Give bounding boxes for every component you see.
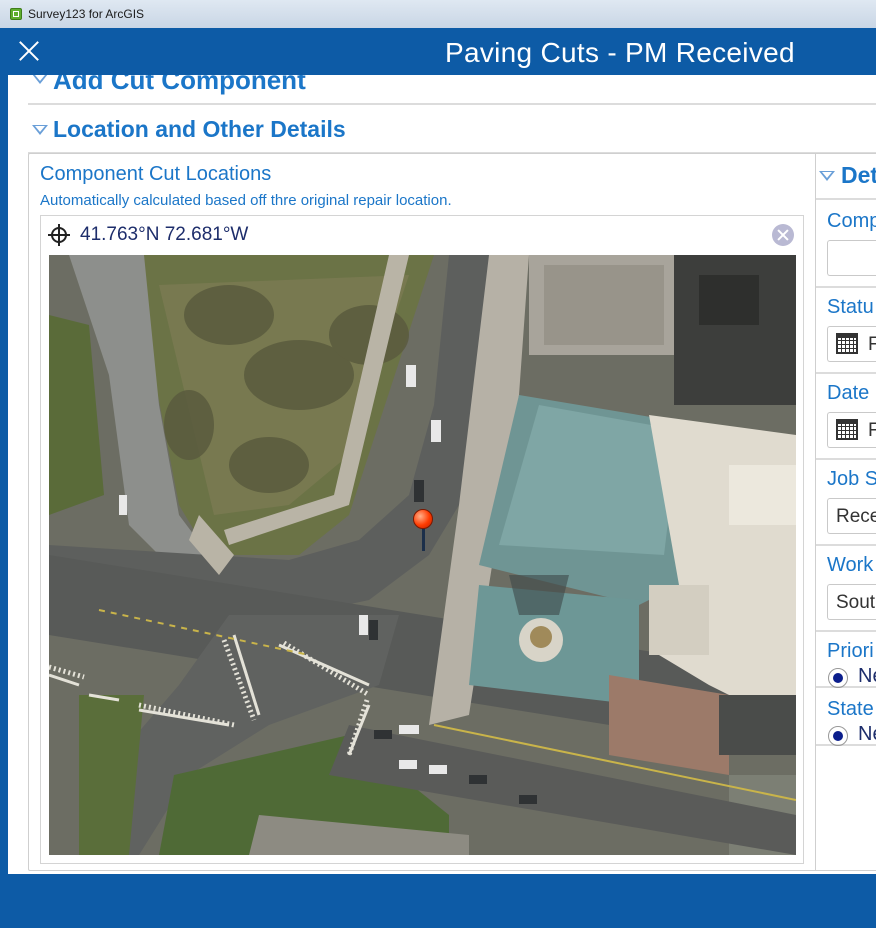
job-status-select[interactable]: Rece: [827, 498, 876, 534]
work-select[interactable]: Sout: [827, 584, 876, 620]
field-status: Statu F: [816, 286, 876, 374]
coordinate-row: 41.763°N 72.681°W: [41, 216, 803, 254]
state-option-label: Ne: [858, 723, 876, 745]
work-value: Sout: [836, 592, 876, 613]
form-content[interactable]: Add Cut Component Location and Other Det…: [8, 75, 876, 874]
priority-option-label: Ne: [858, 665, 876, 687]
field-label-job-status: Job S: [827, 468, 876, 490]
field-label-component: Comp: [827, 210, 876, 232]
group-label-add-cut-component: Add Cut Component: [53, 75, 306, 95]
survey-title: Paving Cuts - PM Received: [445, 37, 795, 68]
field-label-state: State: [827, 698, 874, 720]
field-title-component-cut-locations: Component Cut Locations: [40, 163, 272, 185]
job-status-value: Rece: [836, 506, 876, 527]
chevron-down-icon[interactable]: [32, 125, 48, 135]
field-priority: Priori Ne: [816, 630, 876, 688]
calendar-icon[interactable]: [836, 419, 858, 440]
component-input[interactable]: [827, 240, 876, 276]
chevron-down-icon[interactable]: [819, 171, 835, 181]
date-input[interactable]: F: [827, 412, 876, 448]
group-label-location-details: Location and Other Details: [53, 116, 346, 142]
coordinate-readout: 41.763°N 72.681°W: [80, 224, 249, 245]
clear-icon[interactable]: [772, 224, 794, 246]
aerial-map[interactable]: [49, 255, 796, 855]
status-value: F: [868, 334, 876, 355]
group-details[interactable]: Det: [816, 154, 876, 200]
aerial-imagery: [49, 255, 796, 855]
field-date: Date F: [816, 372, 876, 460]
field-state: State Ne: [816, 688, 876, 746]
group-location-details[interactable]: Location and Other Details: [28, 106, 876, 154]
crosshair-icon[interactable]: [48, 224, 70, 246]
priority-radio[interactable]: [828, 668, 848, 688]
field-hint: Automatically calculated based off thre …: [40, 192, 452, 209]
group-add-cut-component[interactable]: Add Cut Component: [28, 75, 876, 105]
field-label-work: Work: [827, 554, 874, 576]
window-title: Survey123 for ArcGIS: [28, 7, 145, 21]
field-label-status: Statu: [827, 296, 874, 318]
field-label-date: Date: [827, 382, 870, 404]
calendar-icon[interactable]: [836, 333, 858, 354]
field-component: Comp: [816, 200, 876, 288]
component-cut-locations-card: Component Cut Locations Automatically ca…: [28, 153, 817, 871]
map-pin-icon[interactable]: [413, 509, 433, 551]
geopoint-map-frame: 41.763°N 72.681°W: [40, 215, 804, 864]
close-icon[interactable]: [18, 40, 40, 62]
survey123-app-icon: [10, 8, 22, 20]
chevron-down-icon[interactable]: [32, 75, 48, 84]
state-radio[interactable]: [828, 726, 848, 746]
group-label-details: Det: [841, 162, 876, 188]
date-value: F: [868, 420, 876, 441]
details-column: Det Comp Statu F Date F Job S Rece Work …: [815, 153, 876, 871]
app-footer: [8, 874, 876, 920]
field-label-priority: Priori: [827, 640, 874, 662]
field-work: Work Sout: [816, 544, 876, 632]
field-job-status: Job S Rece: [816, 458, 876, 546]
app-header: Paving Cuts - PM Received: [8, 28, 876, 75]
status-date-input[interactable]: F: [827, 326, 876, 362]
window-titlebar: Survey123 for ArcGIS: [0, 0, 876, 29]
